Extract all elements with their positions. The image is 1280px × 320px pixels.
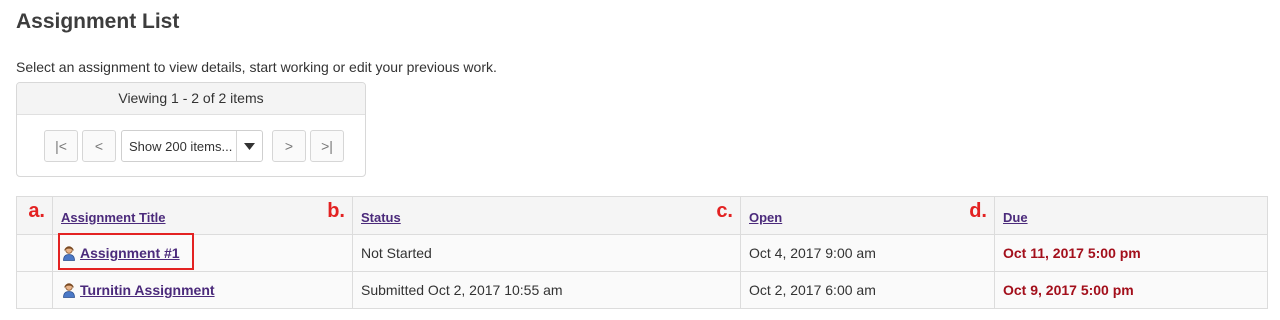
annotation-marker-b: b.	[327, 200, 345, 222]
sort-by-open-link[interactable]: Open	[749, 210, 782, 225]
assignment-table-container: a. Assignment Title b. Status c. Open d.…	[16, 196, 1268, 309]
next-page-button[interactable]: >	[272, 130, 306, 162]
person-icon	[61, 282, 77, 298]
page-title: Assignment List	[16, 10, 180, 33]
pager-viewing-count: Viewing 1 - 2 of 2 items	[17, 83, 365, 115]
pager-panel: Viewing 1 - 2 of 2 items |< < Show 200 i…	[16, 82, 366, 177]
column-header-select: a.	[16, 196, 53, 235]
due-date-cell: Oct 9, 2017 5:00 pm	[994, 271, 1268, 309]
page-instructions: Select an assignment to view details, st…	[16, 59, 497, 75]
sort-by-status-link[interactable]: Status	[361, 210, 401, 225]
table-row: Turnitin Assignment Submitted Oct 2, 201…	[16, 271, 1268, 309]
page-size-select[interactable]: Show 200 items...	[121, 130, 263, 162]
annotation-marker-c: c.	[716, 200, 733, 222]
prev-page-button[interactable]: <	[82, 130, 116, 162]
assignment-title-cell: Assignment #1	[52, 234, 353, 272]
status-cell: Not Started	[352, 234, 741, 272]
sort-by-due-link[interactable]: Due	[1003, 210, 1028, 225]
open-date-cell: Oct 2, 2017 6:00 am	[740, 271, 995, 309]
page-size-value: Show 200 items...	[129, 138, 233, 154]
column-header-title: Assignment Title b.	[52, 196, 353, 235]
pager-controls: |< < Show 200 items... > >|	[44, 130, 348, 162]
status-cell: Submitted Oct 2, 2017 10:55 am	[352, 271, 741, 309]
table-header-row: a. Assignment Title b. Status c. Open d.…	[16, 196, 1268, 235]
table-row: Assignment #1 Not Started Oct 4, 2017 9:…	[16, 234, 1268, 272]
last-page-button[interactable]: >|	[310, 130, 344, 162]
assignment-table: a. Assignment Title b. Status c. Open d.…	[16, 196, 1268, 309]
first-page-button[interactable]: |<	[44, 130, 78, 162]
open-date-cell: Oct 4, 2017 9:00 am	[740, 234, 995, 272]
assignment-title-cell: Turnitin Assignment	[52, 271, 353, 309]
caret-down-icon[interactable]	[236, 131, 262, 161]
row-select-cell	[16, 271, 53, 309]
annotation-marker-d: d.	[969, 200, 987, 222]
column-header-due: Due	[994, 196, 1268, 235]
assignment-link[interactable]: Turnitin Assignment	[80, 282, 215, 298]
column-header-status: Status c.	[352, 196, 741, 235]
sort-by-title-link[interactable]: Assignment Title	[61, 210, 166, 225]
annotation-marker-a: a.	[28, 200, 45, 222]
assignment-link[interactable]: Assignment #1	[80, 245, 180, 261]
due-date-cell: Oct 11, 2017 5:00 pm	[994, 234, 1268, 272]
person-icon	[61, 245, 77, 261]
column-header-open: Open d.	[740, 196, 995, 235]
row-select-cell	[16, 234, 53, 272]
